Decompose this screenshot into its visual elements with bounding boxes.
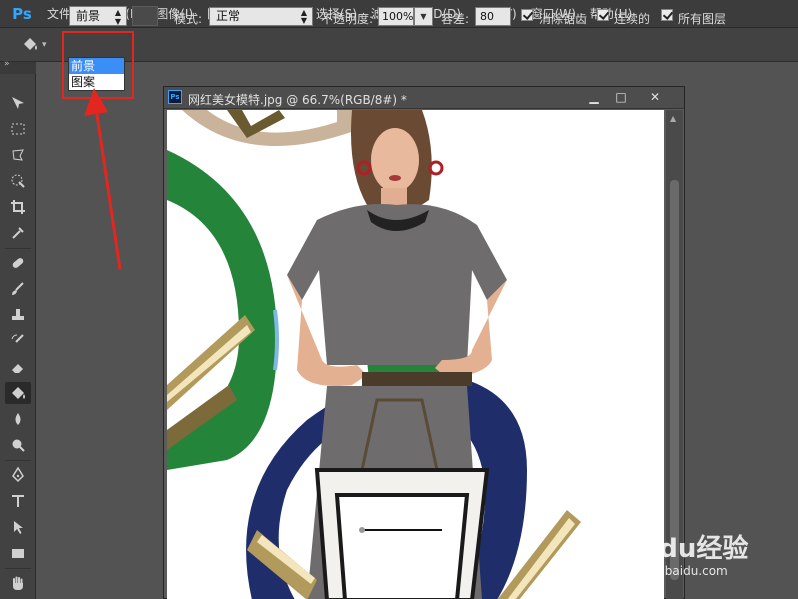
watermark-main-text: Baidu经验 <box>613 534 749 564</box>
opacity-slider-button[interactable]: ▼ <box>414 7 433 26</box>
document-ps-icon: Ps <box>168 90 182 104</box>
anti-alias-label: 消除锯齿 <box>539 12 588 26</box>
healing-brush-tool-icon[interactable] <box>5 252 31 274</box>
photoshop-logo-icon: Ps <box>12 4 32 23</box>
scroll-up-icon[interactable]: ▲ <box>670 114 676 123</box>
preset-caret-icon[interactable]: ▾ <box>42 40 47 50</box>
toolbox-header[interactable]: » <box>0 59 36 74</box>
tolerance-label: 容差: <box>441 12 470 26</box>
maximize-icon[interactable]: □ <box>609 89 633 105</box>
fill-source-value: 前景 <box>76 9 101 23</box>
clone-stamp-tool-icon[interactable] <box>5 304 31 326</box>
document-image <box>167 110 581 599</box>
watermark-sub-text: jingyan.baidu.com <box>617 564 728 578</box>
dodge-tool-icon[interactable] <box>5 434 31 456</box>
eraser-tool-icon[interactable] <box>5 356 31 378</box>
mode-label: 模式: <box>174 12 203 26</box>
hand-tool-icon[interactable] <box>5 572 31 594</box>
paint-bucket-preset-icon[interactable] <box>20 35 40 55</box>
anti-alias-checkbox[interactable] <box>521 9 533 21</box>
eyedropper-tool-icon[interactable] <box>5 222 31 244</box>
pattern-picker[interactable] <box>132 6 158 26</box>
rectangle-tool-icon[interactable] <box>5 542 31 564</box>
all-layers-label: 所有图层 <box>678 12 727 26</box>
contiguous-checkbox[interactable] <box>597 9 609 21</box>
baidu-watermark: Baidu经验 jingyan.baidu.com <box>607 516 777 586</box>
pen-tool-icon[interactable] <box>5 464 31 486</box>
crop-tool-icon[interactable] <box>5 196 31 218</box>
annotation-arrow-icon <box>84 88 122 270</box>
move-tool-icon[interactable] <box>5 92 31 114</box>
toolbox <box>0 74 36 599</box>
fill-source-select[interactable]: 前景 ▲ ▼ <box>69 6 127 26</box>
history-brush-tool-icon[interactable] <box>5 330 31 352</box>
paint-bucket-tool-icon[interactable] <box>5 382 31 404</box>
lasso-tool-icon[interactable] <box>5 144 31 166</box>
opacity-input[interactable]: 100% <box>378 7 414 26</box>
path-selection-tool-icon[interactable] <box>5 516 31 538</box>
contiguous-label: 连续的 <box>614 12 651 26</box>
select-arrows-icon: ▲ ▼ <box>300 8 307 25</box>
quick-selection-tool-icon[interactable] <box>5 170 31 192</box>
canvas[interactable] <box>167 110 664 599</box>
brush-tool-icon[interactable] <box>5 278 31 300</box>
tolerance-input[interactable]: 80 <box>475 7 511 26</box>
minimize-icon[interactable]: ▁ <box>582 89 606 105</box>
marquee-tool-icon[interactable] <box>5 118 31 140</box>
mode-value: 正常 <box>216 9 241 23</box>
select-arrows-icon: ▲ ▼ <box>114 8 121 26</box>
pattern-caret-icon[interactable]: ▾ <box>160 7 165 17</box>
document-title: 网红美女模特.jpg @ 66.7%(RGB/8#) * <box>188 93 407 107</box>
mode-select[interactable]: 正常 ▲ ▼ <box>209 7 313 26</box>
opacity-label: 不透明度: <box>321 12 374 26</box>
blur-tool-icon[interactable] <box>5 408 31 430</box>
close-icon[interactable]: ✕ <box>643 89 667 105</box>
document-title-bar[interactable]: Ps 网红美女模特.jpg @ 66.7%(RGB/8#) * ▁ □ ✕ <box>164 87 684 109</box>
all-layers-checkbox[interactable] <box>661 9 673 21</box>
type-tool-icon[interactable] <box>5 490 31 512</box>
